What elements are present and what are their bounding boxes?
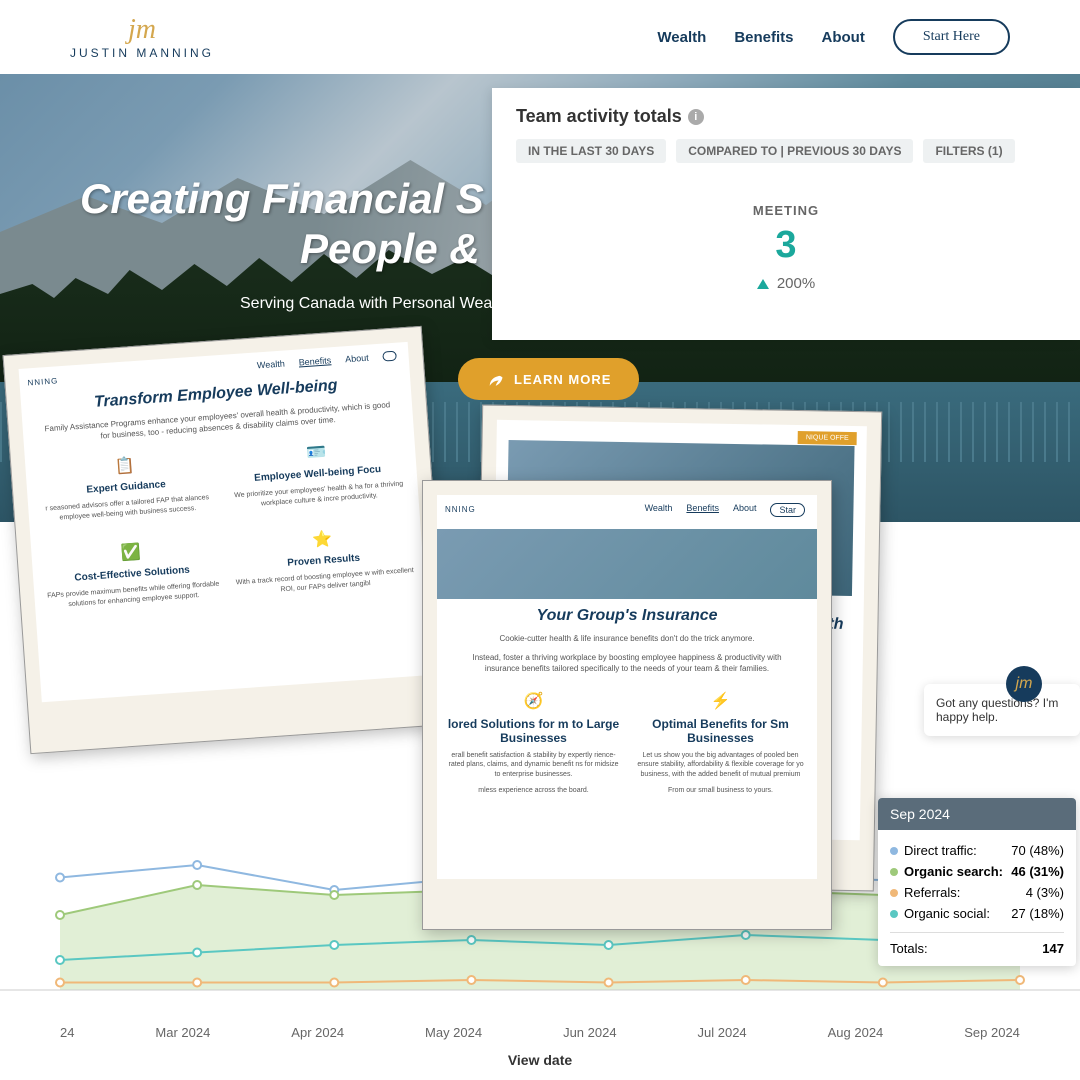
polaroid-wellbeing: NNING Wealth Benefits About Transform Em… bbox=[3, 326, 450, 754]
chart-x-label: View date bbox=[0, 1052, 1080, 1068]
gauge-icon: 🧭 bbox=[445, 691, 622, 711]
learn-more-label: LEARN MORE bbox=[514, 372, 611, 387]
mini-nav-3: Wealth Benefits About Star bbox=[437, 495, 817, 525]
mini-logo-3: NNING bbox=[445, 505, 476, 514]
site-header: jm JUSTIN MANNING Wealth Benefits About … bbox=[0, 0, 1080, 74]
metric-value: 3 bbox=[516, 224, 1056, 267]
learn-more-button[interactable]: LEARN MORE bbox=[458, 358, 639, 400]
pill-range[interactable]: IN THE LAST 30 DAYS bbox=[516, 139, 666, 163]
nav-about[interactable]: About bbox=[822, 29, 865, 46]
bolt-icon: ⚡ bbox=[632, 691, 809, 711]
chart-tooltip: Sep 2024 Direct traffic:70 (48%)Organic … bbox=[878, 798, 1076, 966]
pill-compare[interactable]: COMPARED TO | PREVIOUS 30 DAYS bbox=[676, 139, 913, 163]
activity-panel: Team activity totals i IN THE LAST 30 DA… bbox=[492, 88, 1080, 340]
metric-meeting: MEETING 3 200% bbox=[516, 203, 1056, 292]
chat-widget[interactable]: jm Got any questions? I'm happy help. bbox=[924, 684, 1080, 736]
start-here-button[interactable]: Start Here bbox=[893, 19, 1010, 55]
mini-title-3: Your Group's Insurance bbox=[437, 603, 817, 629]
hero-text: Creating Financial S People & Serving Ca… bbox=[80, 174, 492, 313]
panel-title: Team activity totals i bbox=[516, 106, 1056, 127]
chart-x-axis: 24Mar 2024Apr 2024May 2024Jun 2024Jul 20… bbox=[0, 1025, 1080, 1040]
hero-title-1: Creating Financial S bbox=[80, 174, 492, 224]
tooltip-title: Sep 2024 bbox=[878, 798, 1076, 830]
mini-hero-img bbox=[437, 529, 817, 599]
logo-script: jm bbox=[128, 14, 156, 46]
hero-subtitle: Serving Canada with Personal Wea bbox=[80, 295, 492, 313]
polaroid-insurance: NNING Wealth Benefits About Star Your Gr… bbox=[422, 480, 832, 930]
chat-avatar: jm bbox=[1006, 666, 1042, 702]
tooltip-body: Direct traffic:70 (48%)Organic search:46… bbox=[878, 830, 1076, 966]
metric-label: MEETING bbox=[516, 203, 1056, 218]
logo[interactable]: jm JUSTIN MANNING bbox=[70, 14, 214, 60]
nav-wealth[interactable]: Wealth bbox=[657, 29, 706, 46]
nav-benefits[interactable]: Benefits bbox=[734, 29, 793, 46]
logo-text: JUSTIN MANNING bbox=[70, 46, 214, 60]
info-icon[interactable]: i bbox=[688, 109, 704, 125]
pill-filters[interactable]: FILTERS (1) bbox=[923, 139, 1014, 163]
filter-pills: IN THE LAST 30 DAYS COMPARED TO | PREVIO… bbox=[516, 139, 1056, 163]
leaf-icon bbox=[486, 370, 504, 388]
unique-badge: NIQUE OFFE bbox=[798, 431, 857, 445]
metric-change: 200% bbox=[516, 275, 1056, 292]
hero-title-2: People & bbox=[80, 224, 492, 274]
chat-text: Got any questions? I'm happy help. bbox=[936, 696, 1068, 724]
main-nav: Wealth Benefits About Start Here bbox=[657, 19, 1010, 55]
arrow-up-icon bbox=[757, 279, 769, 289]
